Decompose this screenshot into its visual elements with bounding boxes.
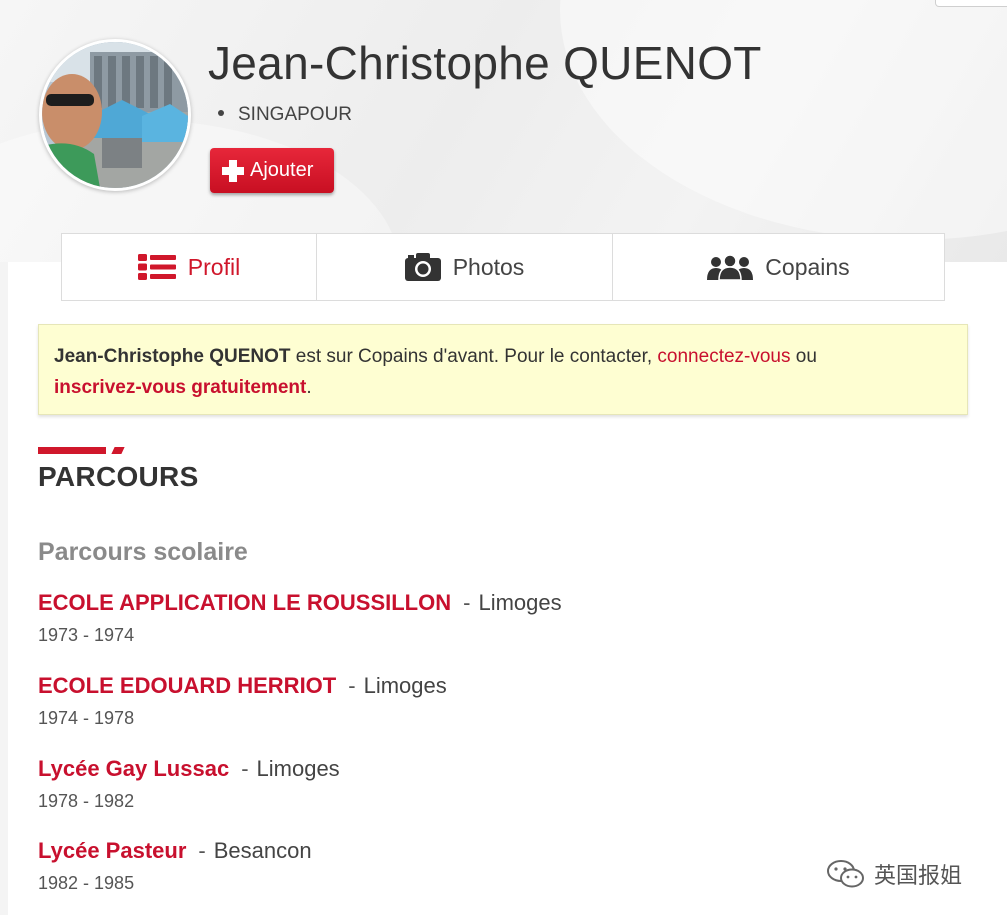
tab-copains[interactable]: Copains (612, 234, 944, 300)
school-item: Lycée Pasteur - Besancon 1982 - 1985 (38, 838, 312, 894)
school-name-link[interactable]: Lycée Gay Lussac (38, 756, 229, 781)
school-separator: - (241, 756, 249, 781)
school-item: ECOLE APPLICATION LE ROUSSILLON - Limoges … (38, 590, 562, 646)
section-accent-bar (38, 447, 106, 454)
notice-text: ou (790, 346, 817, 367)
login-link[interactable]: connectez-vous (657, 346, 790, 367)
login-notice: Jean-Christophe QUENOT est sur Copains d… (38, 324, 968, 415)
tab-photos[interactable]: Photos (316, 234, 612, 300)
school-years: 1982 - 1985 (38, 873, 135, 893)
wechat-icon (827, 860, 864, 888)
school-years: 1974 - 1978 (38, 708, 135, 728)
school-item: Lycée Gay Lussac - Limoges 1978 - 1982 (38, 756, 340, 812)
section-subtitle: Parcours scolaire (38, 538, 248, 566)
camera-icon (404, 253, 441, 281)
section-title: PARCOURS (38, 461, 199, 492)
school-separator: - (198, 838, 206, 863)
school-name-link[interactable]: ECOLE EDOUARD HERRIOT (38, 673, 336, 698)
add-friend-button[interactable]: Ajouter (210, 148, 334, 193)
bullet-icon (218, 109, 224, 116)
signup-link[interactable]: inscrivez-vous gratuitement (54, 377, 306, 398)
avatar-photo-icon (42, 42, 188, 188)
avatar[interactable] (39, 39, 191, 191)
add-friend-label: Ajouter (250, 159, 314, 181)
school-years: 1973 - 1974 (38, 625, 135, 645)
profile-name: Jean-Christophe QUENOT (208, 37, 762, 89)
tab-photos-label: Photos (452, 253, 525, 280)
school-separator: - (348, 673, 356, 698)
group-icon (707, 254, 754, 280)
school-city: Limoges (256, 756, 340, 781)
watermark: 英国报姐 (826, 858, 962, 890)
school-item: ECOLE EDOUARD HERRIOT - Limoges 1974 - 197… (38, 673, 447, 729)
tab-copains-label: Copains (765, 253, 850, 280)
profile-location: SINGAPOUR (218, 104, 352, 126)
plus-icon (222, 159, 244, 182)
location-text: SINGAPOUR (238, 104, 353, 125)
school-city: Limoges (478, 590, 562, 615)
profile-tabs: Profil Photos Copains (61, 233, 945, 301)
notice-name: Jean-Christophe QUENOT (54, 346, 291, 367)
tab-profil[interactable]: Profil (62, 234, 316, 300)
watermark-text: 英国报姐 (874, 863, 963, 888)
notice-text: est sur Copains d'avant. Pour le contact… (290, 346, 658, 367)
list-icon (137, 254, 176, 280)
school-city: Besancon (213, 838, 312, 863)
notice-text: . (306, 377, 312, 398)
school-city: Limoges (363, 673, 447, 698)
school-separator: - (463, 590, 471, 615)
top-corner-box (935, 0, 1007, 7)
school-years: 1978 - 1982 (38, 791, 135, 811)
tab-profil-label: Profil (187, 253, 241, 280)
school-name-link[interactable]: ECOLE APPLICATION LE ROUSSILLON (38, 590, 451, 615)
school-name-link[interactable]: Lycée Pasteur (38, 838, 186, 863)
